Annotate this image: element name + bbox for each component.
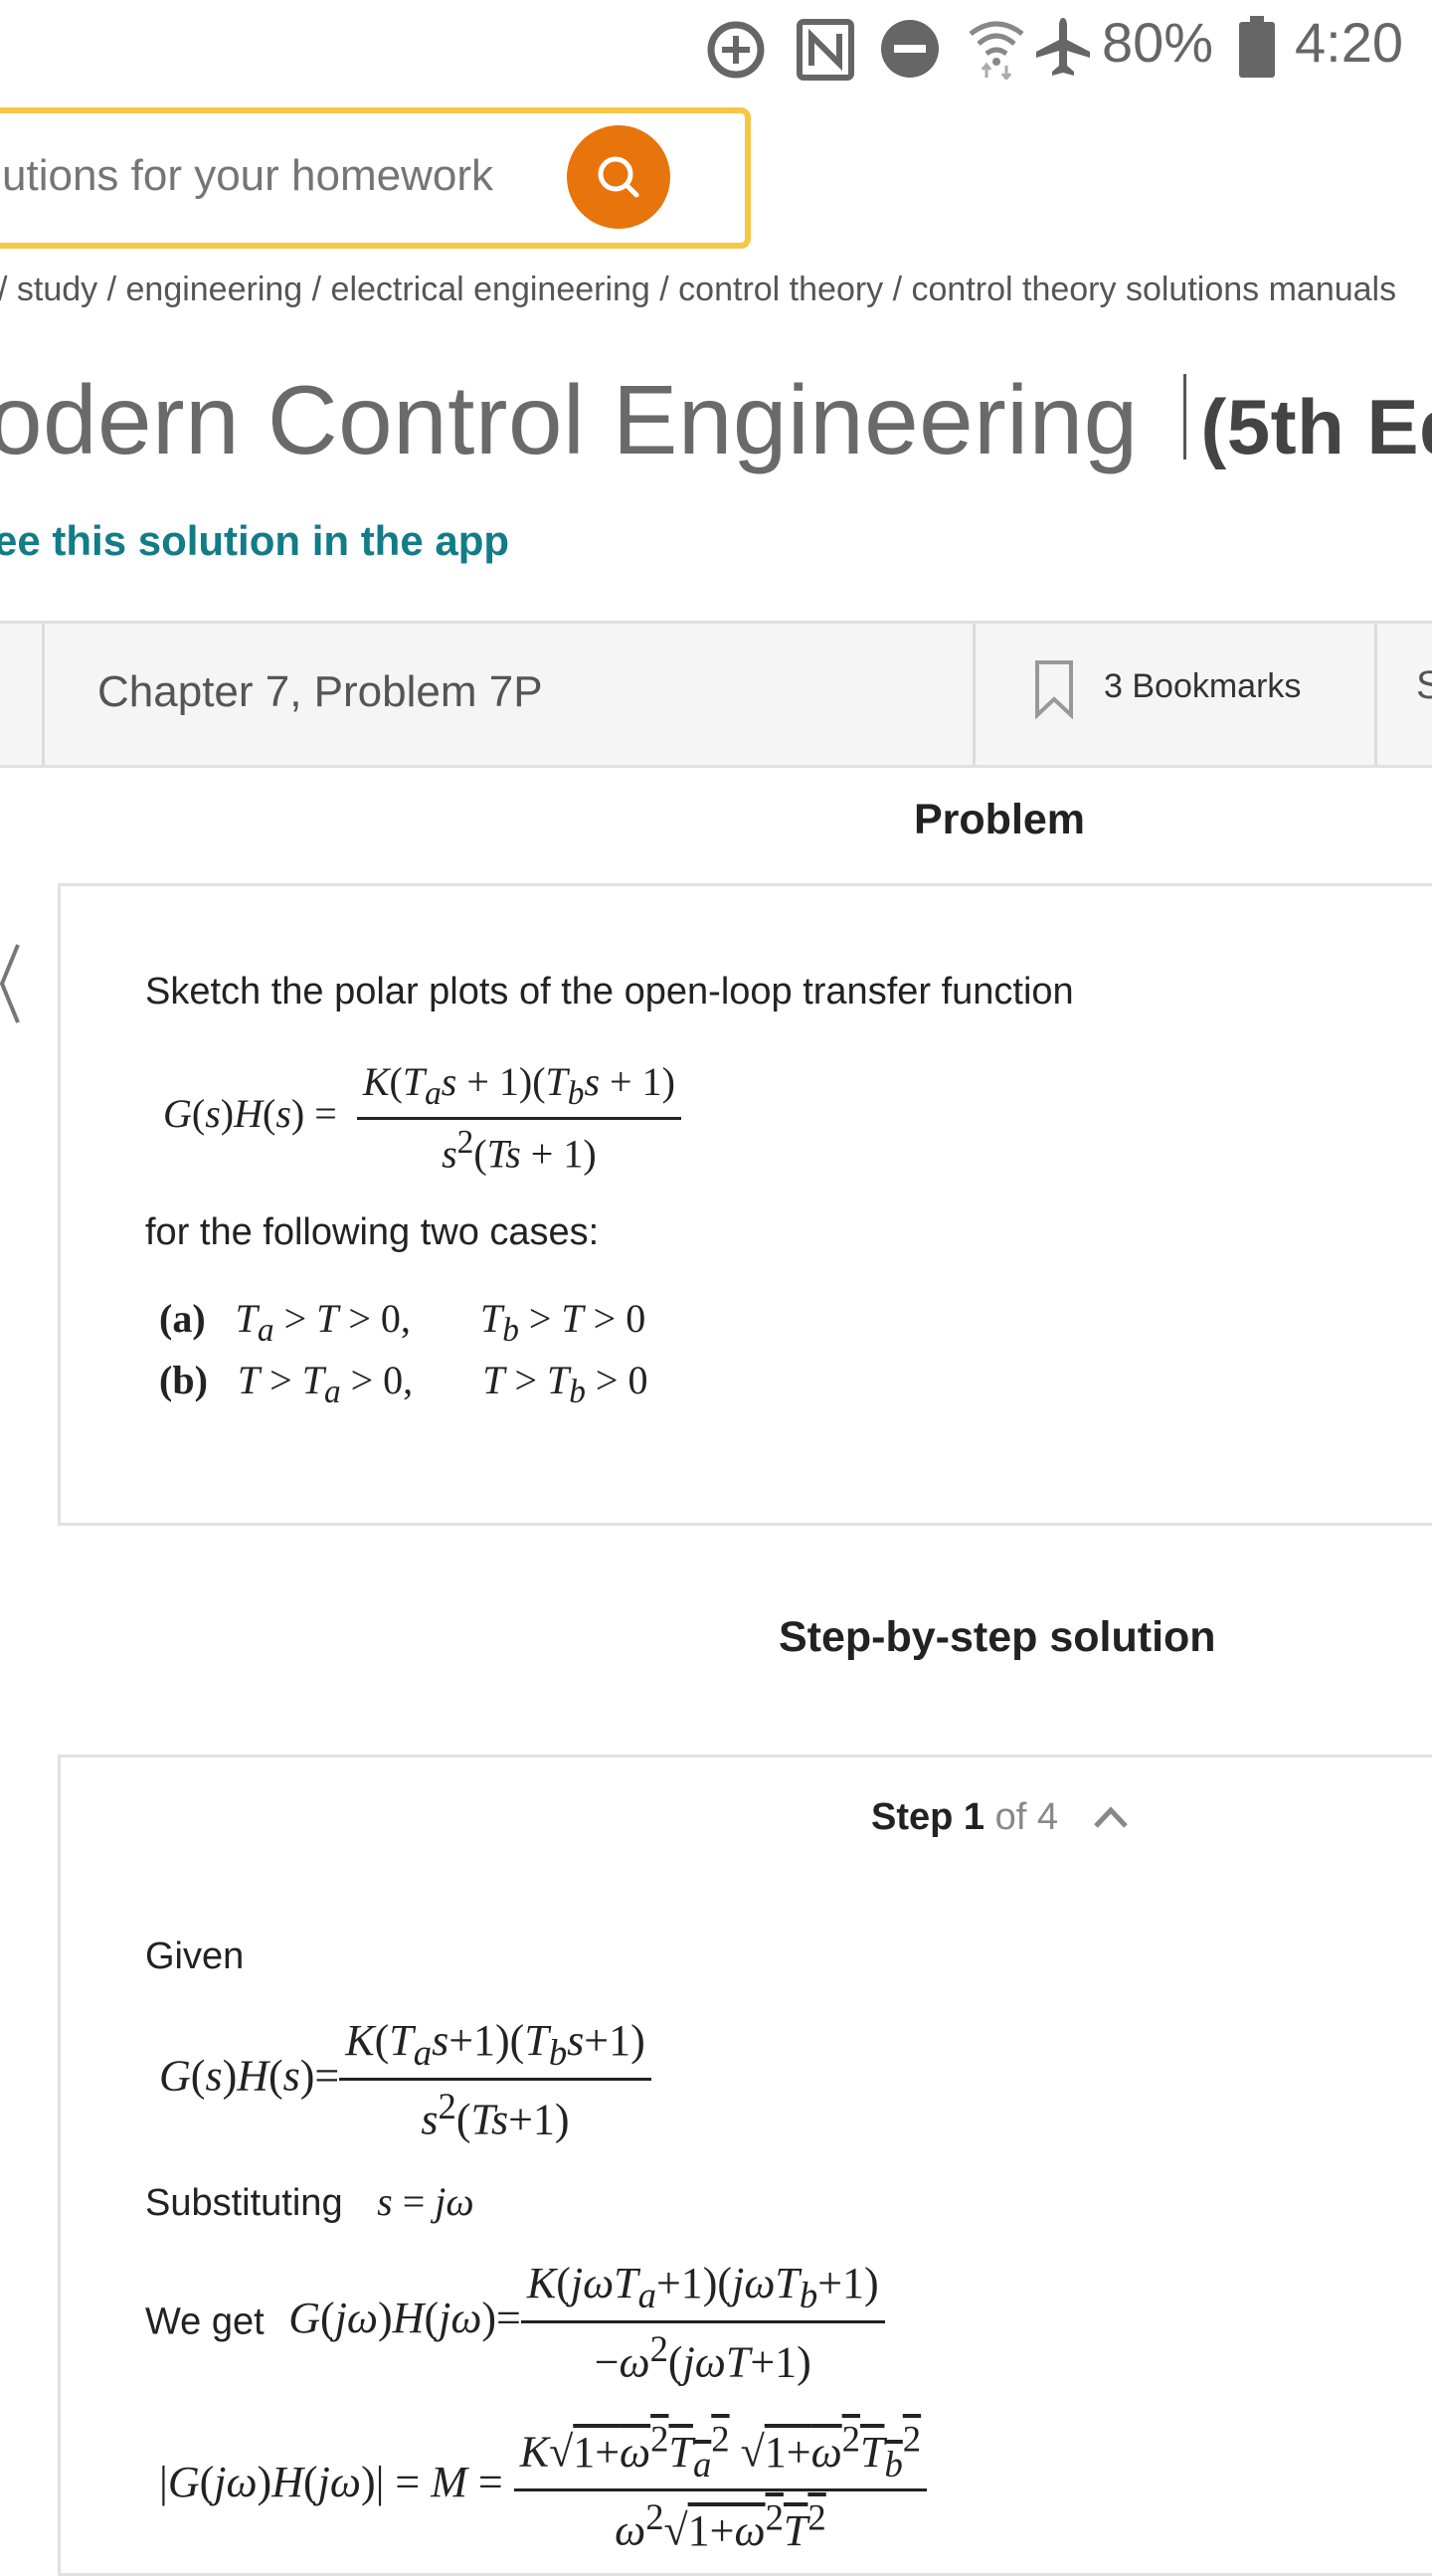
case-b: (b) T > Ta > 0, T > Tb > 0 — [159, 1358, 648, 1410]
case-a: (a) Ta > T > 0, Tb > T > 0 — [159, 1296, 646, 1349]
step-label: Step — [871, 1796, 954, 1838]
book-edition: (5th Edi — [1200, 383, 1432, 470]
book-title-text: odern Control Engineering — [0, 365, 1139, 474]
magnitude-equation: |G(jω)H(jω)| = M = K√1+ω2Ta2 √1+ω2Tb2 ω2√… — [159, 2417, 928, 2556]
transfer-function-equation: G(s)H(s) = K(Tas + 1)(Tbs + 1) s2(Ts + 1) — [163, 1058, 681, 1177]
clock: 4:20 — [1295, 11, 1403, 74]
bookmarks-button[interactable]: 3 Bookmarks — [1104, 667, 1301, 706]
battery-icon — [1239, 16, 1275, 78]
chevron-up-icon[interactable] — [1092, 1802, 1130, 1830]
cases-intro: for the following two cases: — [145, 1211, 600, 1253]
step-total: of 4 — [994, 1796, 1059, 1838]
search-bar — [0, 107, 751, 249]
tab-divider — [1374, 624, 1377, 765]
breadcrumb[interactable]: / study / engineering / electrical engin… — [0, 271, 1396, 309]
status-bar: 80% 4:20 — [0, 0, 1432, 92]
bookmark-icon[interactable] — [1034, 659, 1074, 719]
previous-arrow-icon[interactable] — [0, 941, 20, 1026]
data-saver-icon — [707, 21, 765, 79]
search-icon — [598, 156, 639, 198]
do-not-disturb-icon — [881, 20, 939, 78]
problem-heading: Problem — [914, 796, 1086, 843]
nfc-icon — [797, 19, 854, 81]
substituting-text: Substituting — [145, 2182, 343, 2224]
substituting-label: Substituting s = jω — [145, 2179, 474, 2224]
search-input[interactable] — [0, 135, 581, 217]
given-label: Given — [145, 1935, 245, 1977]
given-equation: G(s)H(s)= K(Tas+1)(Tbs+1) s2(Ts+1) — [159, 2015, 651, 2144]
wifi-icon — [969, 21, 1024, 80]
search-button[interactable] — [567, 125, 670, 229]
share-button[interactable]: S — [1416, 663, 1432, 708]
chapter-problem-selector[interactable]: Chapter 7, Problem 7P — [97, 667, 543, 717]
case-b-label: (b) — [159, 1358, 208, 1402]
tab-divider — [973, 624, 976, 765]
we-get-text: We get — [145, 2300, 265, 2343]
tab-divider — [42, 624, 45, 765]
battery-percent: 80% — [1102, 11, 1214, 74]
step-number: 1 — [963, 1796, 985, 1838]
view-in-app-link[interactable]: ee this solution in the app — [0, 517, 509, 565]
problem-toolbar: Chapter 7, Problem 7P 3 Bookmarks S — [0, 621, 1432, 768]
we-get-row: We get G(jω)H(jω)= K(jωTa+1)(jωTb+1) −ω2(j… — [145, 2258, 885, 2387]
book-title: odern Control Engineering (5th Edi — [0, 364, 1432, 476]
solution-heading: Step-by-step solution — [779, 1613, 1216, 1661]
case-a-label: (a) — [159, 1296, 206, 1341]
step-indicator[interactable]: Step 1 of 4 — [871, 1796, 1058, 1839]
title-divider — [1183, 374, 1187, 460]
problem-intro: Sketch the polar plots of the open-loop … — [145, 971, 1074, 1012]
airplane-icon — [1036, 18, 1090, 76]
